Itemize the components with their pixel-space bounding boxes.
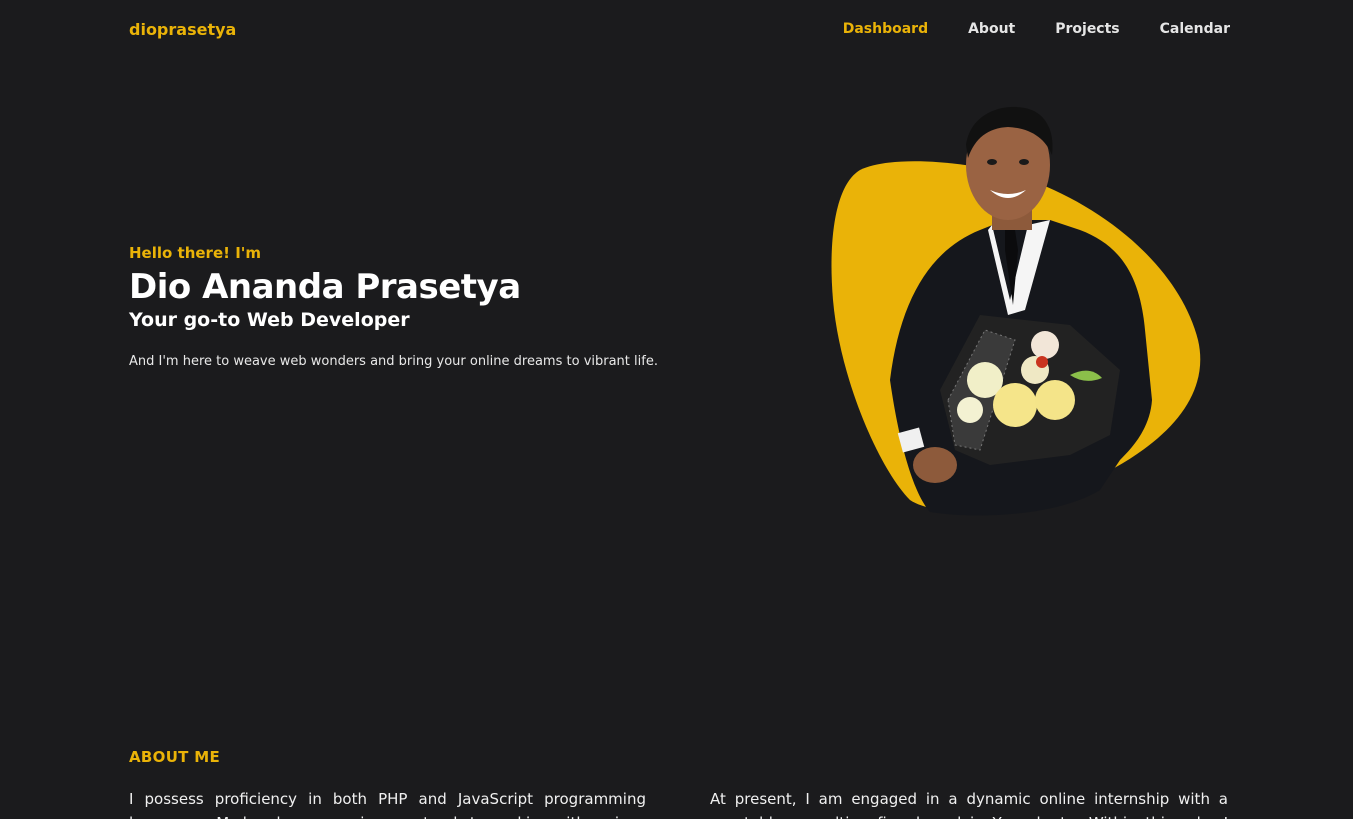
hero-role: Your go-to Web Developer xyxy=(129,309,410,331)
hero-tagline: And I'm here to weave web wonders and br… xyxy=(129,354,658,369)
portrait-illustration xyxy=(831,106,1201,516)
nav-link-dashboard[interactable]: Dashboard xyxy=(843,21,928,37)
bouquet-flower-3 xyxy=(1035,380,1075,420)
nav-link-calendar[interactable]: Calendar xyxy=(1160,21,1230,37)
person-eye-right xyxy=(1019,159,1029,165)
person-eye-left xyxy=(987,159,997,165)
navbar: dioprasetya Dashboard About Projects Cal… xyxy=(0,0,1353,62)
bouquet-teddy-bow xyxy=(1036,356,1048,368)
hero-portrait xyxy=(820,100,1210,520)
bouquet-flower-2 xyxy=(993,383,1037,427)
hero-name: Dio Ananda Prasetya xyxy=(129,267,521,307)
about-paragraph-right: At present, I am engaged in a dynamic on… xyxy=(710,790,1228,819)
person-hand-shape xyxy=(913,447,957,483)
nav-link-projects[interactable]: Projects xyxy=(1055,21,1119,37)
about-paragraph-left: I possess proficiency in both PHP and Ja… xyxy=(129,790,646,819)
nav-link-about[interactable]: About xyxy=(968,21,1015,37)
bouquet-flower-5 xyxy=(957,397,983,423)
nav-links: Dashboard About Projects Calendar xyxy=(843,21,1230,37)
brand-logo-link[interactable]: dioprasetya xyxy=(129,20,236,39)
page: dioprasetya Dashboard About Projects Cal… xyxy=(0,0,1353,819)
hero-greeting: Hello there! I'm xyxy=(129,244,261,262)
about-heading: ABOUT ME xyxy=(129,748,221,766)
bouquet-teddy-head xyxy=(1031,331,1059,359)
hero-intro: Hello there! I'm Dio Ananda Prasetya You… xyxy=(129,243,689,371)
